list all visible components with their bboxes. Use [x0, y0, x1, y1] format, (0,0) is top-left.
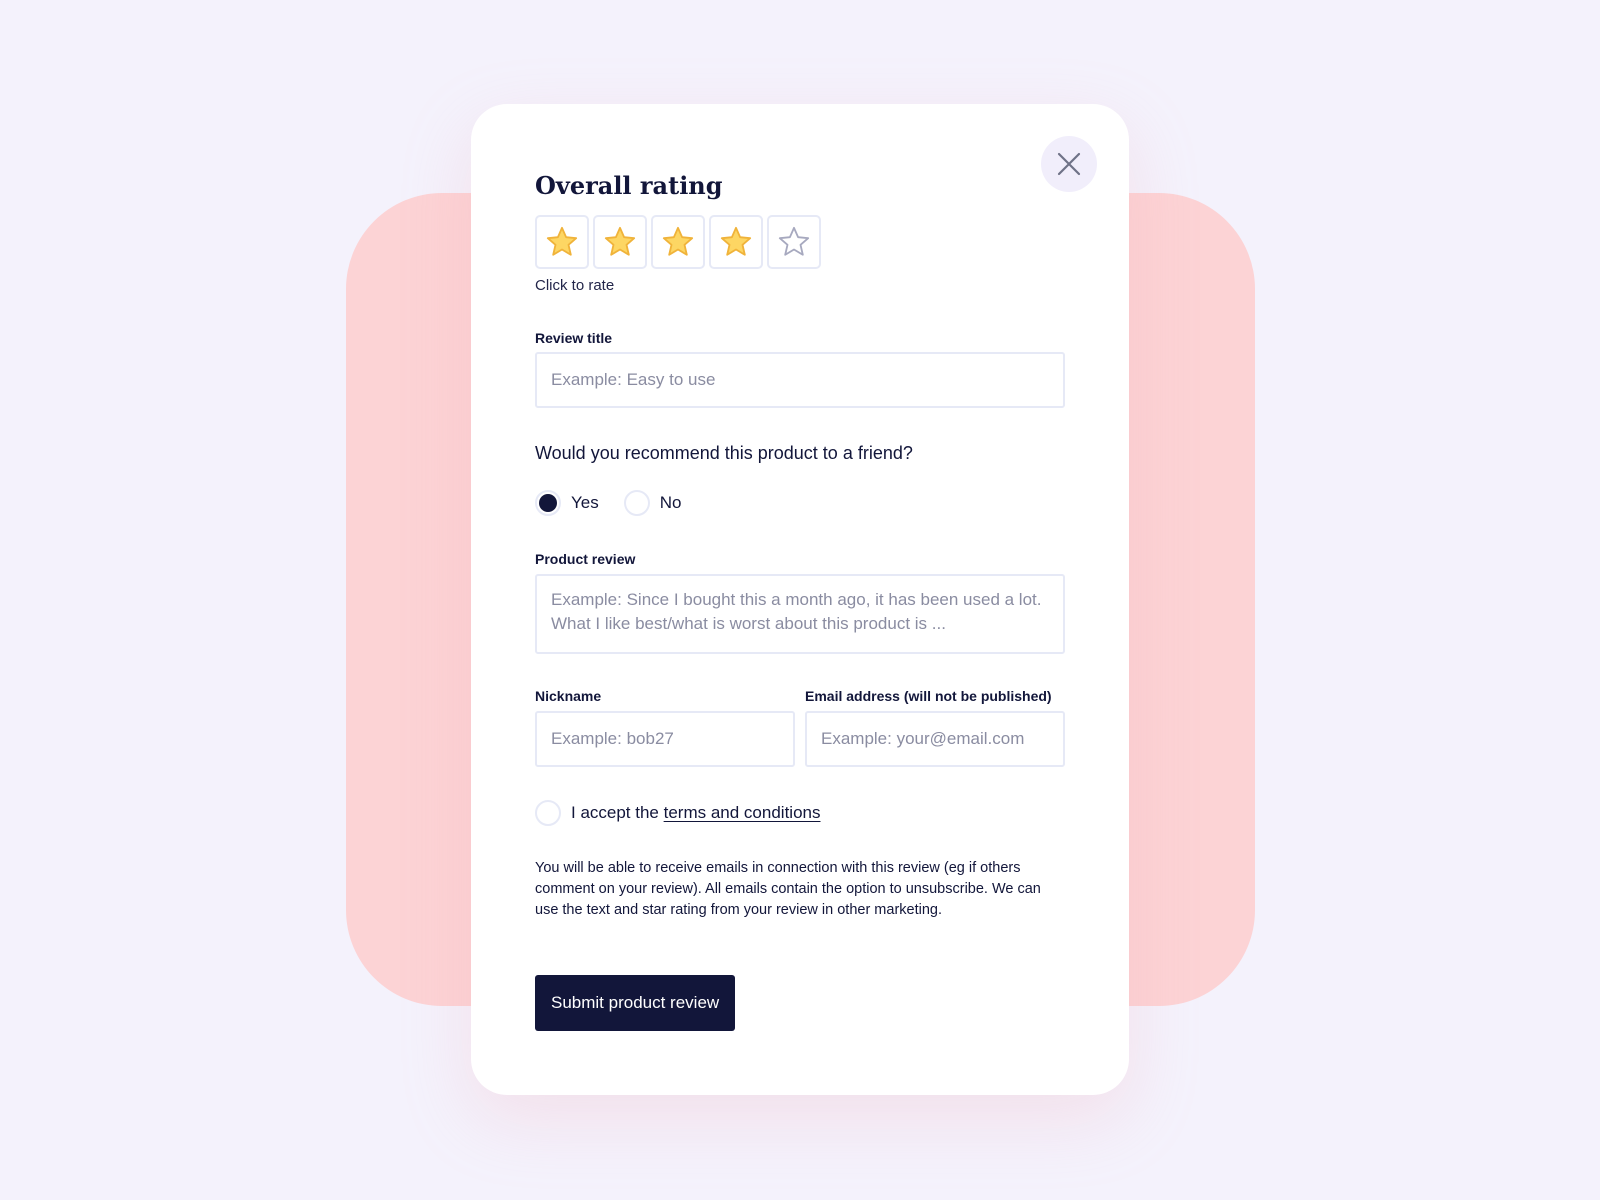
email-label: Email address (will not be published) [805, 688, 1052, 704]
product-review-label: Product review [535, 551, 636, 567]
star-rating [535, 215, 821, 269]
star-icon [546, 226, 578, 256]
radio-yes-label: Yes [571, 493, 599, 512]
close-icon [1057, 152, 1081, 176]
rating-heading: Overall rating [535, 171, 723, 200]
nickname-input[interactable] [535, 711, 795, 767]
star-icon [604, 226, 636, 256]
email-input[interactable] [805, 711, 1065, 767]
terms-checkbox[interactable] [535, 800, 561, 826]
star-icon [720, 226, 752, 256]
close-button[interactable] [1041, 136, 1097, 192]
radio-no-label: No [659, 493, 682, 512]
radio-no[interactable] [623, 490, 650, 516]
recommend-yes-option[interactable]: Yes [535, 490, 599, 516]
terms-link[interactable]: terms and conditions [664, 803, 821, 822]
terms-prefix: I accept the [571, 803, 664, 822]
review-dialog: Overall rating Click to rate Review titl… [471, 104, 1129, 1095]
review-title-input[interactable] [535, 352, 1065, 408]
recommend-radio-group: Yes No [535, 490, 706, 516]
radio-selected-dot [539, 494, 557, 512]
radio-yes[interactable] [535, 490, 561, 516]
star-button-5[interactable] [767, 215, 821, 269]
review-title-label: Review title [535, 330, 613, 346]
star-icon [778, 226, 810, 256]
recommend-question: Would you recommend this product to a fr… [535, 443, 913, 463]
product-review-textarea[interactable] [535, 574, 1065, 654]
email-disclaimer: You will be able to receive emails in co… [535, 860, 1041, 918]
recommend-no-option[interactable]: No [623, 490, 682, 516]
star-button-4[interactable] [709, 215, 763, 269]
star-button-2[interactable] [593, 215, 647, 269]
terms-row: I accept the terms and conditions [535, 800, 821, 826]
submit-review-button[interactable]: Submit product review [535, 975, 736, 1031]
star-icon [662, 226, 694, 256]
star-button-3[interactable] [651, 215, 705, 269]
nickname-label: Nickname [535, 688, 602, 704]
terms-text: I accept the terms and conditions [571, 803, 821, 823]
rating-hint: Click to rate [535, 277, 615, 294]
star-button-1[interactable] [535, 215, 589, 269]
